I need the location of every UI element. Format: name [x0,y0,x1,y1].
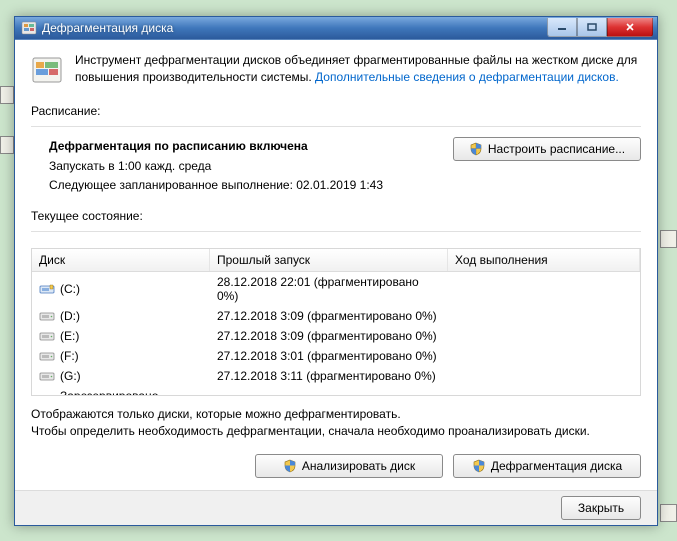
disk-progress [448,315,640,317]
table-row[interactable]: (C:) 28.12.2018 22:01 (фрагментировано 0%… [32,272,640,306]
defrag-icon [31,54,63,86]
disk-progress [448,355,640,357]
content-area: Инструмент дефрагментации дисков объедин… [15,39,657,489]
disk-list-header: Диск Прошлый запуск Ход выполнения [32,249,640,272]
schedule-info: Дефрагментация по расписанию включена За… [31,137,383,195]
disk-progress [448,288,640,290]
table-row[interactable]: (E:) 27.12.2018 3:09 (фрагментировано 0%) [32,326,640,346]
analyze-disk-button[interactable]: Анализировать диск [255,454,443,478]
close-label: Закрыть [578,501,624,515]
header-disk[interactable]: Диск [32,249,210,271]
disk-name: (F:) [60,349,79,363]
close-dialog-button[interactable]: Закрыть [561,496,641,520]
disk-last-run: 28.12.2018 22:01 (фрагментировано 0%) [210,274,448,304]
disk-last-run: 27.12.2018 3:11 (фрагментировано 0%) [210,368,448,384]
table-row[interactable]: (F:) 27.12.2018 3:01 (фрагментировано 0%) [32,346,640,366]
analyze-disk-label: Анализировать диск [302,459,415,473]
schedule-next-run: Следующее запланированное выполнение: 02… [49,176,383,195]
disk-last-run: 27.12.2018 3:01 (фрагментировано 0%) [210,348,448,364]
disk-name: (G:) [60,369,81,383]
disk-last-run: 27.12.2018 3:01 (фрагментировано 0%) [210,395,448,396]
divider [31,126,641,127]
disk-last-run: 27.12.2018 3:09 (фрагментировано 0%) [210,308,448,324]
disk-icon [39,350,55,362]
disk-name: (D:) [60,309,80,323]
app-icon [21,20,37,36]
configure-schedule-label: Настроить расписание... [488,142,625,156]
schedule-status-title: Дефрагментация по расписанию включена [49,137,383,156]
shield-icon [283,459,297,473]
disk-icon [39,370,55,382]
disk-list: Диск Прошлый запуск Ход выполнения (C:) 2… [31,248,641,396]
table-row[interactable]: (D:) 27.12.2018 3:09 (фрагментировано 0%) [32,306,640,326]
header-progress[interactable]: Ход выполнения [448,249,640,271]
close-button[interactable] [607,18,653,37]
disk-name: Зарезервировано системой [60,389,203,396]
disk-name: (C:) [60,282,80,296]
disk-progress [448,335,640,337]
shield-icon [469,142,483,156]
header-last-run[interactable]: Прошлый запуск [210,249,448,271]
schedule-label: Расписание: [31,104,641,118]
table-row[interactable]: Зарезервировано системой 27.12.2018 3:01 … [32,386,640,396]
shield-icon [472,459,486,473]
disk-last-run: 27.12.2018 3:09 (фрагментировано 0%) [210,328,448,344]
table-row[interactable]: (G:) 27.12.2018 3:11 (фрагментировано 0%) [32,366,640,386]
note-block: Отображаются только диски, которые можно… [31,406,641,440]
learn-more-link[interactable]: Дополнительные сведения о дефрагментации… [315,70,619,84]
note-line1: Отображаются только диски, которые можно… [31,406,641,423]
disk-icon [39,283,55,295]
defrag-disk-button[interactable]: Дефрагментация диска [453,454,641,478]
disk-icon [39,310,55,322]
defrag-disk-label: Дефрагментация диска [491,459,622,473]
disk-icon [39,330,55,342]
disk-progress [448,375,640,377]
schedule-runs-at: Запускать в 1:00 кажд. среда [49,157,383,176]
configure-schedule-button[interactable]: Настроить расписание... [453,137,641,161]
titlebar[interactable]: Дефрагментация диска [15,17,657,39]
note-line2: Чтобы определить необходимость дефрагмен… [31,423,641,440]
maximize-button[interactable] [577,18,607,37]
dialog-footer: Закрыть [15,490,657,525]
status-label: Текущее состояние: [31,209,641,223]
intro-block: Инструмент дефрагментации дисков объедин… [31,52,641,86]
minimize-button[interactable] [547,18,577,37]
divider [31,231,641,232]
disk-name: (E:) [60,329,79,343]
window-title: Дефрагментация диска [42,21,547,35]
defrag-window: Дефрагментация диска Инструмент дефрагме… [14,16,658,526]
intro-text: Инструмент дефрагментации дисков объедин… [75,52,641,86]
